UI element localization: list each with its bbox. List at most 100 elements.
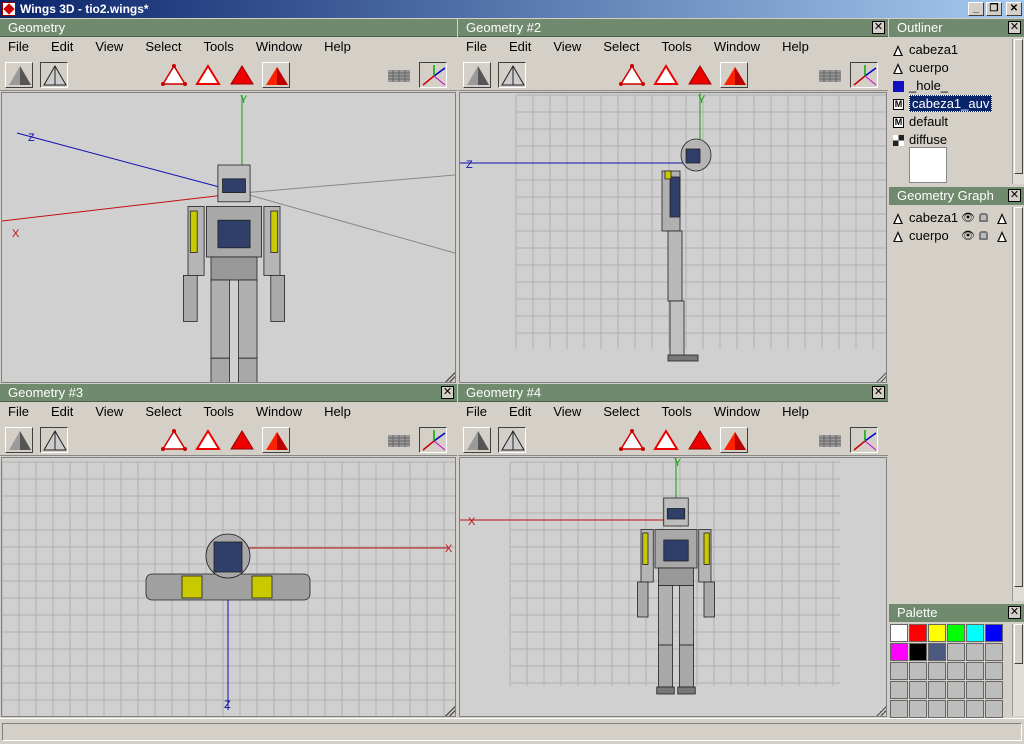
- menu-view[interactable]: View: [553, 37, 589, 57]
- smooth-shading-icon[interactable]: [463, 427, 491, 453]
- face-mode-icon[interactable]: [686, 427, 714, 453]
- outliner-item[interactable]: Mcabeza1_auv: [891, 95, 993, 113]
- palette-empty-swatch[interactable]: [947, 681, 965, 699]
- palette-empty-swatch[interactable]: [928, 681, 946, 699]
- geometry-graph-scroll-thumb[interactable]: [1014, 207, 1023, 587]
- outliner-scroll-thumb[interactable]: [1014, 39, 1023, 174]
- body-mode-icon[interactable]: [720, 62, 748, 88]
- viewport-canvas[interactable]: XY: [459, 457, 887, 717]
- menu-edit[interactable]: Edit: [51, 37, 81, 57]
- palette-swatch[interactable]: [985, 624, 1003, 642]
- palette-swatch[interactable]: [928, 643, 946, 661]
- geometry-graph-item[interactable]: cabeza1 👁: [891, 209, 1009, 227]
- viewport-close-button[interactable]: ✕: [872, 21, 885, 34]
- menu-tools[interactable]: Tools: [661, 402, 699, 422]
- palette-empty-swatch[interactable]: [966, 681, 984, 699]
- vertex-mode-icon[interactable]: [160, 62, 188, 88]
- palette-swatch[interactable]: [909, 624, 927, 642]
- menu-select[interactable]: Select: [603, 37, 647, 57]
- palette-empty-swatch[interactable]: [985, 681, 1003, 699]
- groundplane-icon[interactable]: [385, 427, 413, 453]
- menu-edit[interactable]: Edit: [51, 402, 81, 422]
- vertex-mode-icon[interactable]: [618, 62, 646, 88]
- wireframe-toggle-icon[interactable]: [997, 231, 1008, 242]
- palette-scrollbar[interactable]: [1012, 624, 1024, 716]
- outliner-close-button[interactable]: ✕: [1008, 21, 1021, 34]
- lock-icon[interactable]: [979, 213, 988, 222]
- resize-handle[interactable]: [876, 372, 886, 382]
- palette-empty-swatch[interactable]: [966, 662, 984, 680]
- wireframe-icon[interactable]: [40, 62, 68, 88]
- face-mode-icon[interactable]: [686, 62, 714, 88]
- groundplane-icon[interactable]: [385, 62, 413, 88]
- body-mode-icon[interactable]: [262, 427, 290, 453]
- robot-model[interactable]: [145, 533, 311, 601]
- palette-scroll-thumb[interactable]: [1014, 624, 1023, 664]
- robot-model[interactable]: [182, 164, 285, 382]
- face-mode-icon[interactable]: [228, 427, 256, 453]
- palette-empty-swatch[interactable]: [985, 700, 1003, 718]
- menu-tools[interactable]: Tools: [203, 37, 241, 57]
- palette-empty-swatch[interactable]: [947, 643, 965, 661]
- palette-empty-swatch[interactable]: [890, 700, 908, 718]
- palette-empty-swatch[interactable]: [985, 643, 1003, 661]
- palette-swatch[interactable]: [890, 624, 908, 642]
- palette-empty-swatch[interactable]: [890, 662, 908, 680]
- palette-empty-swatch[interactable]: [966, 643, 984, 661]
- axes-icon[interactable]: [419, 62, 447, 88]
- menu-window[interactable]: Window: [714, 402, 768, 422]
- palette-empty-swatch[interactable]: [928, 700, 946, 718]
- menu-window[interactable]: Window: [714, 37, 768, 57]
- groundplane-icon[interactable]: [816, 427, 844, 453]
- menu-tools[interactable]: Tools: [661, 37, 699, 57]
- palette-close-button[interactable]: ✕: [1008, 606, 1021, 619]
- palette-empty-swatch[interactable]: [947, 662, 965, 680]
- menu-tools[interactable]: Tools: [203, 402, 241, 422]
- wireframe-icon[interactable]: [498, 62, 526, 88]
- smooth-shading-icon[interactable]: [5, 427, 33, 453]
- body-mode-icon[interactable]: [262, 62, 290, 88]
- palette-empty-swatch[interactable]: [909, 700, 927, 718]
- close-button[interactable]: ✕: [1006, 2, 1022, 16]
- geometry-graph-scrollbar[interactable]: [1012, 207, 1024, 601]
- edge-mode-icon[interactable]: [194, 62, 222, 88]
- resize-handle[interactable]: [876, 706, 886, 716]
- menu-edit[interactable]: Edit: [509, 37, 539, 57]
- palette-swatch[interactable]: [966, 624, 984, 642]
- palette-swatch[interactable]: [890, 643, 908, 661]
- robot-model[interactable]: [637, 497, 715, 695]
- menu-help[interactable]: Help: [782, 402, 817, 422]
- outliner-item[interactable]: cabeza1: [891, 41, 992, 59]
- resize-handle[interactable]: [445, 706, 455, 716]
- menu-view[interactable]: View: [95, 402, 131, 422]
- menu-help[interactable]: Help: [782, 37, 817, 57]
- restore-button[interactable]: ❐: [986, 2, 1002, 16]
- axes-icon[interactable]: [419, 427, 447, 453]
- palette-swatch[interactable]: [928, 624, 946, 642]
- visibility-eye-icon[interactable]: 👁: [961, 227, 975, 245]
- palette-empty-swatch[interactable]: [890, 681, 908, 699]
- geometry-graph-close-button[interactable]: ✕: [1008, 189, 1021, 202]
- palette-empty-swatch[interactable]: [928, 662, 946, 680]
- menu-edit[interactable]: Edit: [509, 402, 539, 422]
- palette-swatch[interactable]: [947, 624, 965, 642]
- outliner-scrollbar[interactable]: [1012, 39, 1024, 184]
- palette-swatch[interactable]: [909, 643, 927, 661]
- viewport-close-button[interactable]: ✕: [872, 386, 885, 399]
- menu-file[interactable]: File: [8, 37, 37, 57]
- axes-icon[interactable]: [850, 427, 878, 453]
- menu-select[interactable]: Select: [145, 37, 189, 57]
- palette-empty-swatch[interactable]: [947, 700, 965, 718]
- edge-mode-icon[interactable]: [652, 62, 680, 88]
- vertex-mode-icon[interactable]: [618, 427, 646, 453]
- wireframe-toggle-icon[interactable]: [997, 213, 1008, 224]
- smooth-shading-icon[interactable]: [463, 62, 491, 88]
- face-mode-icon[interactable]: [228, 62, 256, 88]
- menu-help[interactable]: Help: [324, 37, 359, 57]
- menu-select[interactable]: Select: [603, 402, 647, 422]
- smooth-shading-icon[interactable]: [5, 62, 33, 88]
- groundplane-icon[interactable]: [816, 62, 844, 88]
- visibility-eye-icon[interactable]: 👁: [961, 209, 975, 227]
- minimize-button[interactable]: _: [968, 2, 984, 16]
- menu-file[interactable]: File: [466, 402, 495, 422]
